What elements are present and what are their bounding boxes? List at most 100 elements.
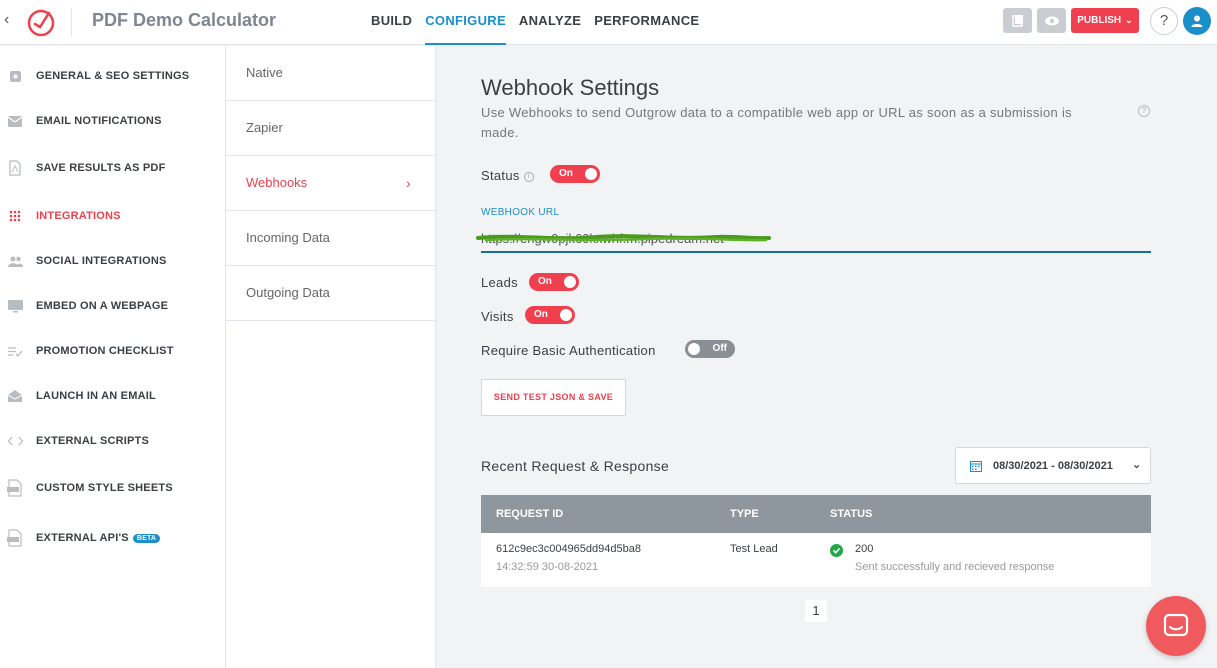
help-button[interactable]: ? — [1150, 7, 1178, 35]
basic-auth-label: Require Basic Authentication — [481, 343, 656, 358]
webhook-settings-panel: Webhook Settings Use Webhooks to send Ou… — [436, 46, 1217, 668]
sidebar-item-embed-webpage[interactable]: EMBED ON A WEBPAGE — [0, 291, 226, 321]
status-cell: 200 Sent successfully and recieved respo… — [855, 543, 1054, 573]
sidebar-item-label: SAVE RESULTS AS PDF — [36, 162, 166, 174]
mail-icon — [7, 113, 23, 129]
leads-toggle[interactable]: On — [529, 273, 579, 291]
header-divider — [71, 8, 72, 36]
app-title: PDF Demo Calculator — [92, 10, 277, 30]
basic-auth-toggle[interactable]: Off — [685, 340, 735, 358]
back-chevron-icon[interactable]: ‹ — [4, 11, 9, 29]
sidebar-item-general-seo[interactable]: GENERAL & SEO SETTINGS — [0, 61, 226, 91]
toggle-knob — [564, 276, 576, 288]
request-timestamp: 14:32:59 30-08-2021 — [496, 561, 599, 573]
nav-analyze[interactable]: ANALYZE — [519, 0, 581, 45]
col-type: TYPE — [730, 508, 759, 520]
preview-button[interactable] — [1037, 8, 1066, 33]
sidebar-item-label: GENERAL & SEO SETTINGS — [36, 70, 190, 82]
request-response-table: REQUEST ID TYPE STATUS 612c9ec3c004965dd… — [481, 495, 1151, 587]
beta-badge: BETA — [132, 533, 161, 543]
date-range-text: 08/30/2021 - 08/30/2021 — [993, 460, 1113, 472]
nav-performance[interactable]: PERFORMANCE — [594, 0, 699, 45]
publish-button[interactable]: PUBLISH ⌄ — [1071, 8, 1139, 33]
chevron-right-icon: › — [406, 175, 411, 191]
settings-sidebar: GENERAL & SEO SETTINGS EMAIL NOTIFICATIO… — [0, 46, 226, 668]
recent-requests-title: Recent Request & Response — [481, 458, 670, 474]
visits-label: Visits — [481, 309, 514, 324]
top-header: ‹ PDF Demo Calculator BUILD CONFIGURE AN… — [0, 0, 1217, 45]
envelope-open-icon — [7, 388, 23, 404]
sidebar-item-label: EMAIL NOTIFICATIONS — [36, 115, 162, 127]
subnav-item-label: Webhooks — [246, 175, 308, 190]
chat-icon — [1163, 613, 1189, 637]
request-id-cell: 612c9ec3c004965dd94d5ba8 14:32:59 30-08-… — [496, 543, 641, 573]
subnav-item-outgoing-data[interactable]: Outgoing Data — [226, 266, 435, 321]
status-text: Sent successfully and recieved response — [855, 561, 1055, 573]
date-range-picker[interactable]: 08/30/2021 - 08/30/2021 ⌄ — [955, 447, 1151, 484]
calendar-icon — [970, 461, 982, 472]
page-description: Use Webhooks to send Outgrow data to a c… — [481, 105, 1072, 140]
sidebar-item-social-integrations[interactable]: SOCIAL INTEGRATIONS — [0, 246, 226, 276]
sidebar-item-label: SOCIAL INTEGRATIONS — [36, 255, 167, 267]
request-type: Test Lead — [730, 543, 778, 555]
layers-icon — [1011, 14, 1023, 27]
top-nav: BUILD CONFIGURE ANALYZE PERFORMANCE — [371, 0, 712, 45]
help-circle-icon[interactable]: ? — [1138, 105, 1150, 117]
sidebar-item-promotion-checklist[interactable]: PROMOTION CHECKLIST — [0, 336, 226, 366]
sidebar-item-save-pdf[interactable]: SAVE RESULTS AS PDF — [0, 153, 226, 183]
sidebar-item-label: EXTERNAL SCRIPTS — [36, 435, 150, 447]
grid-dots-icon — [7, 208, 23, 224]
sidebar-item-label: INTEGRATIONS — [36, 210, 121, 222]
layers-button[interactable] — [1003, 8, 1032, 33]
table-row[interactable]: 612c9ec3c004965dd94d5ba8 14:32:59 30-08-… — [481, 533, 1151, 587]
page-title: Webhook Settings — [481, 75, 660, 100]
subnav-item-incoming-data[interactable]: Incoming Data — [226, 211, 435, 266]
code-icon — [7, 433, 23, 449]
outgrow-logo-icon[interactable] — [25, 6, 57, 38]
eye-icon — [1044, 16, 1059, 25]
sidebar-item-text: EXTERNAL API'S — [36, 532, 129, 544]
nav-build[interactable]: BUILD — [371, 0, 412, 45]
sidebar-item-custom-style-sheets[interactable]: CUSTOM STYLE SHEETS — [0, 473, 226, 503]
leads-label: Leads — [481, 275, 518, 290]
redaction-scribble — [476, 234, 771, 242]
chevron-down-icon: ⌄ — [1125, 15, 1133, 25]
css-file-icon — [7, 479, 23, 497]
status-toggle[interactable]: On — [550, 165, 600, 183]
monitor-icon — [7, 298, 23, 314]
send-test-json-button[interactable]: SEND TEST JSON & SAVE — [481, 379, 626, 416]
user-icon — [1191, 15, 1203, 27]
sidebar-item-label: LAUNCH IN AN EMAIL — [36, 390, 156, 402]
publish-label: PUBLISH — [1077, 15, 1122, 26]
visits-toggle[interactable]: On — [525, 306, 575, 324]
nav-configure[interactable]: CONFIGURE — [425, 0, 506, 45]
webhook-url-label: WEBHOOK URL — [481, 207, 560, 218]
info-icon[interactable]: i — [523, 171, 534, 182]
visits-toggle-label: On — [534, 309, 548, 320]
leads-toggle-label: On — [538, 276, 552, 287]
subnav-item-zapier[interactable]: Zapier — [226, 101, 435, 156]
toggle-knob — [585, 168, 597, 180]
pagination-page[interactable]: 1 — [805, 600, 827, 622]
request-id: 612c9ec3c004965dd94d5ba8 — [496, 543, 641, 555]
sidebar-item-email-notifications[interactable]: EMAIL NOTIFICATIONS — [0, 106, 226, 136]
toggle-knob — [688, 343, 700, 355]
subnav-item-native[interactable]: Native — [226, 46, 435, 101]
col-status: STATUS — [830, 508, 873, 520]
checklist-icon — [7, 343, 23, 359]
sidebar-item-external-apis[interactable]: EXTERNAL API'S BETA — [0, 523, 226, 553]
toggle-knob — [560, 309, 572, 321]
success-check-icon — [830, 544, 843, 557]
chat-launcher-button[interactable] — [1146, 596, 1206, 656]
status-label-text: Status — [481, 168, 520, 183]
people-icon — [7, 253, 23, 269]
sidebar-item-label: EXTERNAL API'S BETA — [36, 532, 161, 544]
sidebar-item-label: PROMOTION CHECKLIST — [36, 345, 174, 357]
avatar[interactable] — [1183, 7, 1211, 35]
integrations-subnav: Native Zapier Webhooks › Incoming Data O… — [226, 46, 436, 668]
sidebar-item-launch-email[interactable]: LAUNCH IN AN EMAIL — [0, 381, 226, 411]
col-request-id: REQUEST ID — [496, 508, 564, 520]
subnav-item-webhooks[interactable]: Webhooks › — [226, 156, 435, 211]
sidebar-item-integrations[interactable]: INTEGRATIONS — [0, 201, 226, 231]
sidebar-item-external-scripts[interactable]: EXTERNAL SCRIPTS — [0, 426, 226, 456]
